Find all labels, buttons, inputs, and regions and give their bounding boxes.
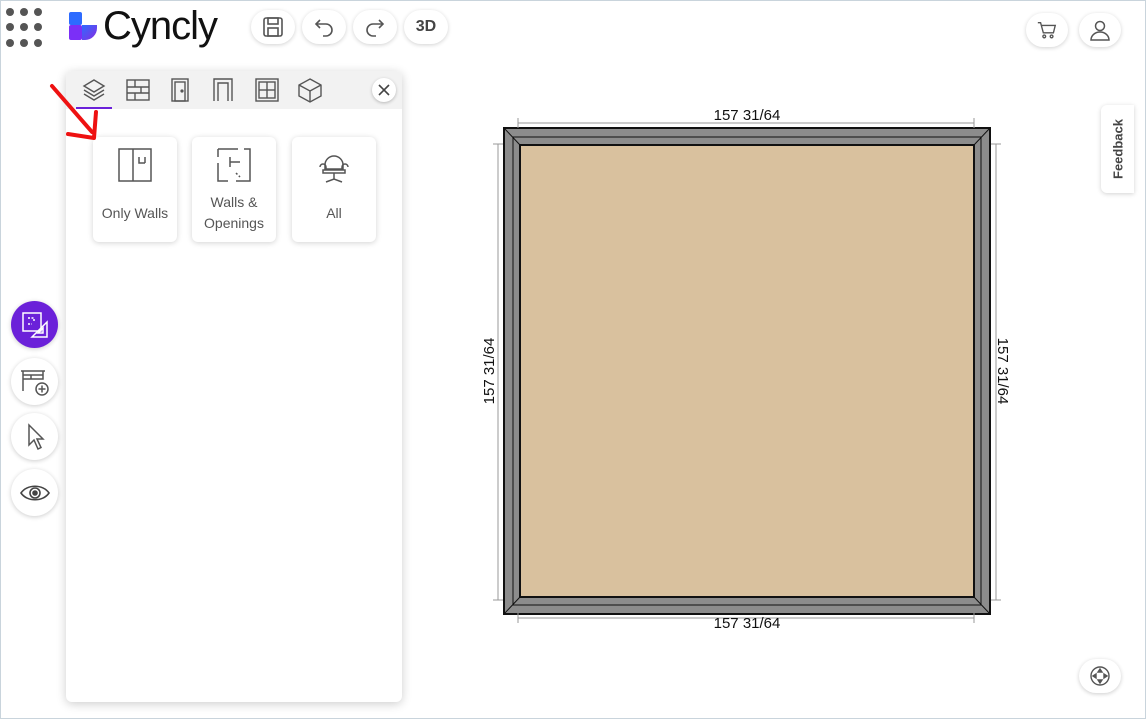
walls-openings-label-line2: Openings [204,215,264,231]
all-card[interactable]: All [292,137,376,242]
select-tool-button[interactable] [11,413,58,460]
tab-openings[interactable] [207,75,239,105]
close-icon [378,84,390,96]
undo-button[interactable] [302,10,346,44]
feedback-tab[interactable]: Feedback [1101,105,1134,193]
user-icon [1090,20,1110,41]
annotation-arrow [50,84,98,140]
redo-button[interactable] [353,10,397,44]
visibility-button[interactable] [11,469,58,516]
view-3d-button[interactable]: 3D [404,10,448,44]
walls-openings-label-line1: Walls & [210,194,258,210]
feedback-label: Feedback [1110,119,1125,179]
add-furniture-button[interactable] [11,358,58,405]
only-walls-icon [118,148,152,182]
undo-icon [314,19,333,37]
left-dimension-label: 157 31/64 [481,338,498,405]
user-button[interactable] [1079,13,1121,47]
save-button[interactable] [251,10,295,44]
eye-icon [19,484,50,501]
floorplan-canvas[interactable]: 157 31/64 157 31/64 157 31/64 157 31/64 [480,100,1020,640]
recenter-button[interactable] [1079,659,1121,693]
chair-icon [319,155,349,183]
box-icon [298,78,322,103]
tab-walls[interactable] [122,75,154,105]
panel-tab-bar [66,71,402,109]
room-floor[interactable] [519,144,975,598]
tab-windows[interactable] [251,75,283,105]
bottom-dimension-label: 157 31/64 [714,615,781,632]
cyncly-logo-icon [69,12,97,40]
app-logo: Cyncly [67,4,218,48]
add-furniture-icon [20,369,49,396]
tab-doors[interactable] [164,75,196,105]
logo-text: Cyncly [103,4,218,48]
tab-objects[interactable] [294,75,326,105]
floorplan-tool-button[interactable] [11,301,58,348]
layers-panel: Only Walls Walls & Openings All [66,71,402,702]
navigation-icon [1090,666,1110,686]
apps-menu-icon[interactable] [6,8,46,48]
window-icon [255,78,279,102]
wall-brick-icon [126,79,150,101]
right-dimension-label: 157 31/64 [994,338,1011,405]
close-panel-button[interactable] [372,78,396,102]
redo-icon [366,19,385,37]
cart-icon [1037,21,1057,39]
only-walls-label: Only Walls [101,205,169,221]
top-dimension-label: 157 31/64 [714,107,781,124]
opening-icon [213,78,233,101]
cart-button[interactable] [1026,13,1068,47]
save-icon [263,17,283,37]
door-icon [171,78,189,102]
walls-openings-icon [217,148,251,182]
pointer-icon [27,422,45,450]
walls-openings-card[interactable]: Walls & Openings [192,137,276,242]
all-label: All [326,205,342,221]
only-walls-card[interactable]: Only Walls [93,137,177,242]
floorplan-tool-icon [21,311,48,338]
